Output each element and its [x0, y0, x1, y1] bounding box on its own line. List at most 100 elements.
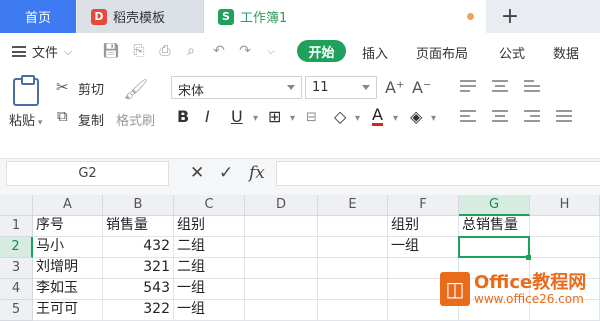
justify-icon[interactable]	[556, 110, 572, 122]
customize-chevron-icon[interactable]: ⌵	[262, 43, 280, 59]
fill-color-dropdown-icon[interactable]: ▾	[355, 113, 360, 124]
tab-workbook[interactable]: S 工作簿1	[204, 0, 486, 33]
tab-start[interactable]: 开始	[297, 40, 346, 62]
cancel-icon[interactable]: ✕	[190, 163, 204, 183]
cell-d2[interactable]	[245, 237, 318, 258]
print-icon[interactable]: ⎙	[156, 43, 174, 59]
select-all-corner[interactable]	[0, 195, 33, 216]
cell-h2[interactable]	[530, 237, 600, 258]
column-header-b[interactable]: B	[103, 195, 174, 216]
print-preview-icon[interactable]: ⌕	[182, 43, 200, 59]
cell-a5[interactable]: 王可可	[33, 300, 103, 321]
paste-label: 粘贴	[9, 114, 36, 129]
row-header-3[interactable]: 3	[0, 258, 33, 279]
paste-button[interactable]: 粘贴 ▾	[9, 110, 42, 129]
formula-input[interactable]	[276, 161, 600, 186]
row-header-4[interactable]: 4	[0, 279, 33, 300]
borders-dropdown-icon[interactable]: ▾	[290, 113, 295, 124]
insert-function-button[interactable]: fx	[249, 163, 265, 183]
cell-d4[interactable]	[245, 279, 318, 300]
cell-h1[interactable]	[530, 216, 600, 237]
row-header-5[interactable]: 5	[0, 300, 33, 321]
fill-color-icon[interactable]: ◇	[334, 107, 346, 126]
cell-c4[interactable]: 一组	[174, 279, 245, 300]
file-menu-label: 文件	[32, 46, 59, 61]
cell-f2[interactable]: 一组	[388, 237, 459, 258]
tab-home[interactable]: 首页	[0, 0, 76, 33]
tab-insert[interactable]: 插入	[362, 43, 388, 62]
paste-icon[interactable]	[13, 75, 39, 106]
cell-b3[interactable]: 321	[103, 258, 174, 279]
column-header-c[interactable]: C	[174, 195, 245, 216]
cell-e5[interactable]	[318, 300, 388, 321]
tab-formula[interactable]: 公式	[499, 43, 525, 62]
copy-button[interactable]: 复制	[78, 110, 104, 129]
font-color-dropdown-icon[interactable]: ▾	[393, 113, 398, 124]
column-header-g[interactable]: G	[459, 195, 530, 216]
format-painter-button[interactable]: 格式刷	[116, 110, 155, 129]
column-header-e[interactable]: E	[318, 195, 388, 216]
italic-icon[interactable]: I	[205, 107, 210, 126]
cell-a1[interactable]: 序号	[33, 216, 103, 237]
clear-dropdown-icon[interactable]: ▾	[431, 113, 436, 124]
underline-dropdown-icon[interactable]: ▾	[253, 113, 258, 124]
column-header-h[interactable]: H	[530, 195, 600, 216]
tab-docer-templates[interactable]: D 稻壳模板	[77, 0, 204, 33]
cell-e4[interactable]	[318, 279, 388, 300]
cell-b5[interactable]: 322	[103, 300, 174, 321]
borders-icon[interactable]: ⊞	[268, 107, 281, 126]
cell-d5[interactable]	[245, 300, 318, 321]
cell-d3[interactable]	[245, 258, 318, 279]
increase-font-icon[interactable]: A⁺	[385, 78, 404, 97]
eraser-icon[interactable]: ◈	[410, 107, 422, 126]
cell-f1[interactable]: 组别	[388, 216, 459, 237]
merge-cells-icon[interactable]: ⊟	[306, 110, 317, 125]
cell-b1[interactable]: 销售量	[103, 216, 174, 237]
cell-e1[interactable]	[318, 216, 388, 237]
chevron-down-icon: ⌵	[64, 44, 73, 58]
file-menu-button[interactable]: 文件 ⌵	[12, 42, 72, 61]
cell-c5[interactable]: 一组	[174, 300, 245, 321]
column-header-a[interactable]: A	[33, 195, 103, 216]
decrease-font-icon[interactable]: A⁻	[412, 78, 431, 97]
font-color-icon[interactable]: A	[372, 107, 383, 126]
column-header-f[interactable]: F	[388, 195, 459, 216]
underline-icon[interactable]: U	[231, 107, 243, 126]
save-icon[interactable]: 💾︎	[102, 43, 120, 59]
align-left-icon[interactable]	[460, 110, 476, 122]
cell-g1[interactable]: 总销售量	[459, 216, 530, 237]
align-bottom-icon[interactable]	[524, 80, 540, 92]
export-pdf-icon[interactable]: ⎘	[130, 43, 148, 59]
align-middle-icon[interactable]	[492, 80, 508, 92]
font-size-select[interactable]: 11	[305, 76, 377, 99]
font-name-select[interactable]: 宋体	[171, 76, 302, 99]
cell-d1[interactable]	[245, 216, 318, 237]
undo-icon[interactable]: ↶	[210, 43, 228, 59]
new-tab-button[interactable]: +	[487, 0, 533, 33]
cut-button[interactable]: 剪切	[78, 79, 104, 98]
cell-a2[interactable]: 马小	[33, 237, 103, 258]
fill-handle[interactable]	[526, 255, 531, 260]
cell-e3[interactable]	[318, 258, 388, 279]
bold-icon[interactable]: B	[177, 107, 189, 126]
row-header-2[interactable]: 2	[0, 237, 33, 258]
align-top-icon[interactable]	[460, 80, 476, 92]
column-header-d[interactable]: D	[245, 195, 318, 216]
cell-b2[interactable]: 432	[103, 237, 174, 258]
redo-icon[interactable]: ↷	[236, 43, 254, 59]
tab-page-layout[interactable]: 页面布局	[416, 43, 468, 62]
cell-c3[interactable]: 二组	[174, 258, 245, 279]
cell-a4[interactable]: 李如玉	[33, 279, 103, 300]
confirm-icon[interactable]: ✓	[219, 163, 233, 183]
cell-b4[interactable]: 543	[103, 279, 174, 300]
cell-a3[interactable]: 刘增明	[33, 258, 103, 279]
align-right-icon[interactable]	[524, 110, 540, 122]
align-center-icon[interactable]	[492, 110, 508, 122]
cell-e2[interactable]	[318, 237, 388, 258]
paste-dropdown-icon: ▾	[35, 118, 43, 128]
row-header-1[interactable]: 1	[0, 216, 33, 237]
tab-data[interactable]: 数据	[553, 43, 579, 62]
cell-c2[interactable]: 二组	[174, 237, 245, 258]
cell-c1[interactable]: 组别	[174, 216, 245, 237]
name-box[interactable]: G2	[6, 161, 169, 186]
